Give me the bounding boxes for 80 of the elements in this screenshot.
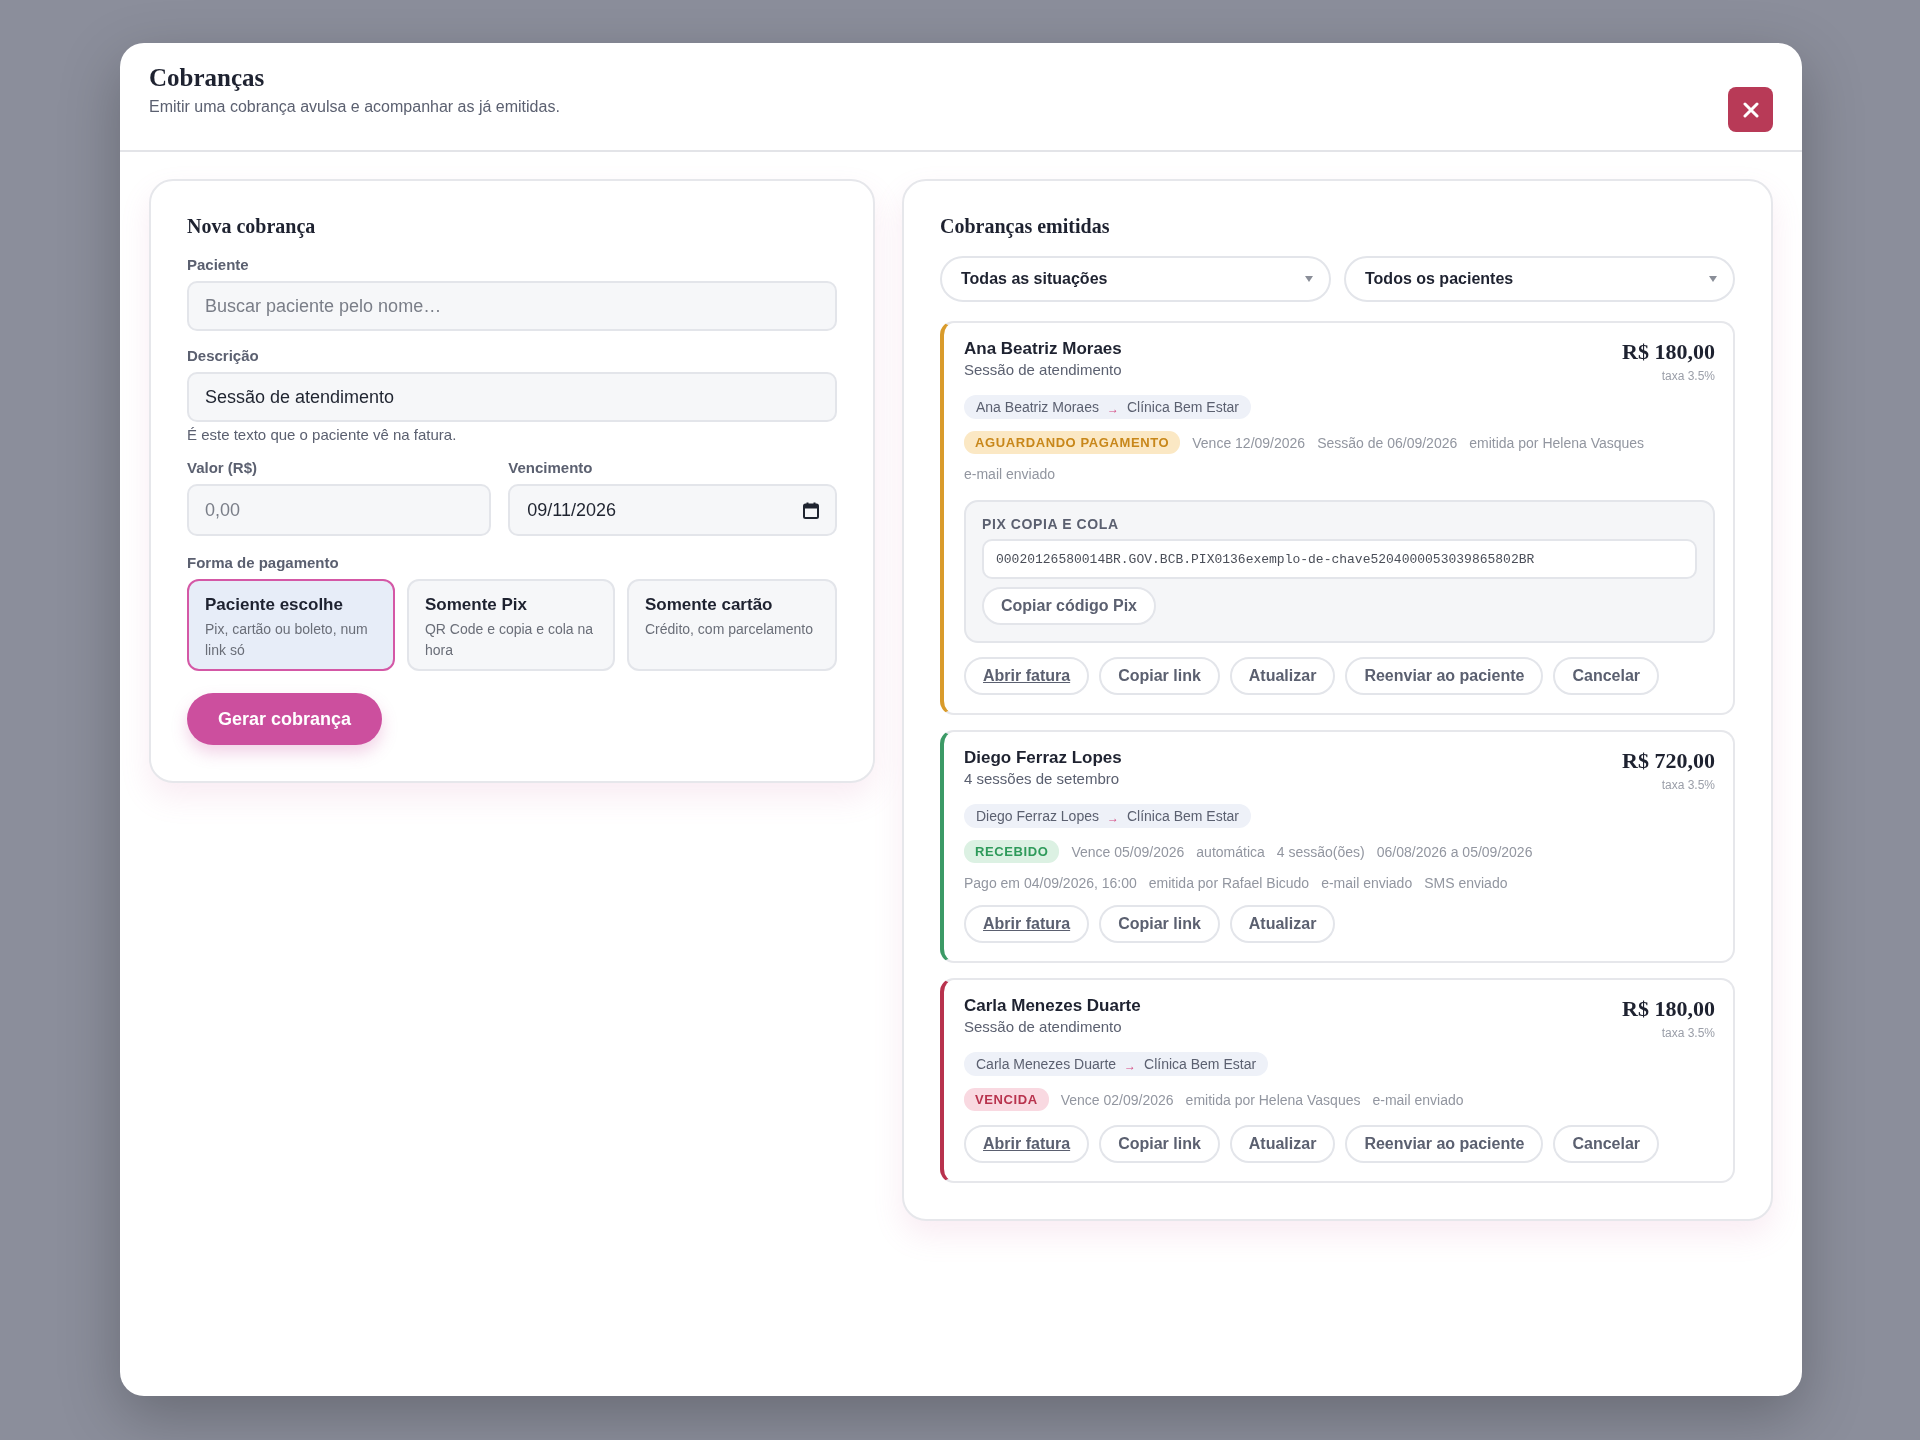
patient-name: Carla Menezes Duarte — [964, 996, 1141, 1016]
route-arrow: → — [1106, 401, 1119, 416]
meta-text: e-mail enviado — [1372, 1091, 1464, 1108]
route-from: Carla Menezes Duarte — [976, 1056, 1117, 1072]
charge-amount: R$ 720,00 — [1622, 748, 1715, 774]
meta-text: 4 sessão(ões) — [1276, 843, 1365, 860]
meta-text: emitida por Helena Vasques — [1185, 1091, 1361, 1108]
status-badge: RECEBIDO — [964, 840, 1060, 863]
charge-amount: R$ 180,00 — [1622, 996, 1715, 1022]
generate-charge-button[interactable]: Gerar cobrança — [187, 693, 383, 745]
action-button[interactable]: Atualizar — [1229, 1125, 1336, 1163]
close-button[interactable] — [1728, 87, 1773, 132]
meta-text: Pago em 04/09/2026, 16:00 — [964, 875, 1137, 891]
action-button[interactable]: Copiar link — [1099, 1125, 1220, 1163]
pix-code-field[interactable]: 00020126580014BR.GOV.BCB.PIX0136exemplo-de-chave5204000053039865802BR — [982, 539, 1697, 579]
route-arrow: → — [1124, 1058, 1137, 1073]
meta-text: 06/08/2026 a 05/09/2026 — [1376, 843, 1533, 860]
card-title: Cobranças emitidas — [940, 215, 1111, 238]
field-label: Forma de pagamento — [187, 554, 340, 571]
meta-text: e-mail enviado — [1321, 875, 1413, 891]
field-label: Descrição — [187, 347, 260, 364]
open-invoice-link[interactable]: Abrir fatura — [964, 1125, 1090, 1163]
status-badge: AGUARDANDO PAGAMENTO — [964, 431, 1181, 454]
fee-text: taxa 3.5% — [1661, 1026, 1715, 1040]
meta-text: Vence 05/09/2026 — [1071, 843, 1185, 860]
copy-pix-button[interactable]: Copiar código Pix — [982, 587, 1156, 625]
route-from: Diego Ferraz Lopes — [976, 808, 1099, 824]
pix-label: PIX COPIA E COLA — [982, 516, 1119, 532]
caret-icon — [1305, 276, 1313, 282]
calendar-icon — [803, 501, 819, 519]
field-label: Vencimento — [508, 459, 594, 476]
caret-icon — [1709, 276, 1717, 282]
patient-name: Diego Ferraz Lopes — [964, 748, 1122, 768]
field-label: Valor (R$) — [187, 459, 259, 476]
field-hint: É este texto que o paciente vê na fatura. — [187, 426, 458, 443]
status-badge: VENCIDA — [964, 1088, 1049, 1111]
due-date-field[interactable]: 09/11/2026 — [508, 484, 837, 536]
route-from: Ana Beatriz Moraes — [976, 399, 1099, 415]
meta-text: emitida por Helena Vasques — [1469, 434, 1645, 451]
action-button[interactable]: Reenviar ao paciente — [1345, 1125, 1544, 1163]
filter-select[interactable]: Todas as situações — [940, 256, 1331, 302]
payment-option[interactable]: Somente Pix QR Code e copia e cola na hora — [406, 579, 615, 671]
action-button[interactable]: Reenviar ao paciente — [1345, 657, 1544, 695]
charge-description: Sessão de atendimento — [964, 361, 1122, 378]
description-field[interactable]: Sessão de atendimento — [187, 372, 837, 422]
modal-subtitle: Emitir uma cobrança avulsa e acompanhar as já emitidas. — [149, 98, 560, 116]
charge-amount: R$ 180,00 — [1622, 339, 1715, 365]
route-to: Clínica Bem Estar — [1126, 399, 1239, 415]
filter-select[interactable]: Todos os pacientes — [1344, 256, 1735, 302]
action-button[interactable]: Copiar link — [1099, 657, 1220, 695]
meta-text: e-mail enviado — [964, 466, 1056, 482]
meta-text: Vence 12/09/2026 — [1192, 434, 1306, 451]
patient-search-field[interactable]: Buscar paciente pelo nome… — [187, 281, 837, 331]
field-label: Paciente — [187, 256, 250, 273]
action-button[interactable]: Copiar link — [1099, 905, 1220, 943]
payment-option[interactable]: Paciente escolhe Pix, cartão ou boleto, num link só — [187, 579, 395, 671]
meta-text: SMS enviado — [1424, 875, 1508, 891]
amount-field[interactable]: 0,00 — [187, 484, 492, 536]
payment-option[interactable]: Somente cartão Crédito, com parcelamento — [626, 579, 837, 671]
meta-text: Sessão de 06/09/2026 — [1317, 434, 1458, 451]
fee-text: taxa 3.5% — [1661, 369, 1715, 383]
card-title: Nova cobrança — [187, 215, 317, 238]
action-button[interactable]: Atualizar — [1229, 905, 1336, 943]
patient-name: Ana Beatriz Moraes — [964, 339, 1122, 359]
fee-text: taxa 3.5% — [1661, 778, 1715, 792]
close-icon — [1742, 101, 1759, 118]
action-button[interactable]: Cancelar — [1553, 1125, 1660, 1163]
route-to: Clínica Bem Estar — [1144, 1056, 1257, 1072]
open-invoice-link[interactable]: Abrir fatura — [964, 905, 1090, 943]
open-invoice-link[interactable]: Abrir fatura — [964, 657, 1090, 695]
action-button[interactable]: Atualizar — [1229, 657, 1336, 695]
modal-title: Cobranças — [149, 64, 266, 92]
charge-description: 4 sessões de setembro — [964, 770, 1120, 787]
meta-text: emitida por Rafael Bicudo — [1148, 875, 1310, 891]
action-button[interactable]: Cancelar — [1553, 657, 1660, 695]
route-to: Clínica Bem Estar — [1126, 808, 1239, 824]
meta-text: Vence 02/09/2026 — [1060, 1091, 1174, 1108]
meta-text: automática — [1196, 843, 1265, 860]
route-arrow: → — [1106, 810, 1119, 825]
charge-description: Sessão de atendimento — [964, 1018, 1122, 1035]
